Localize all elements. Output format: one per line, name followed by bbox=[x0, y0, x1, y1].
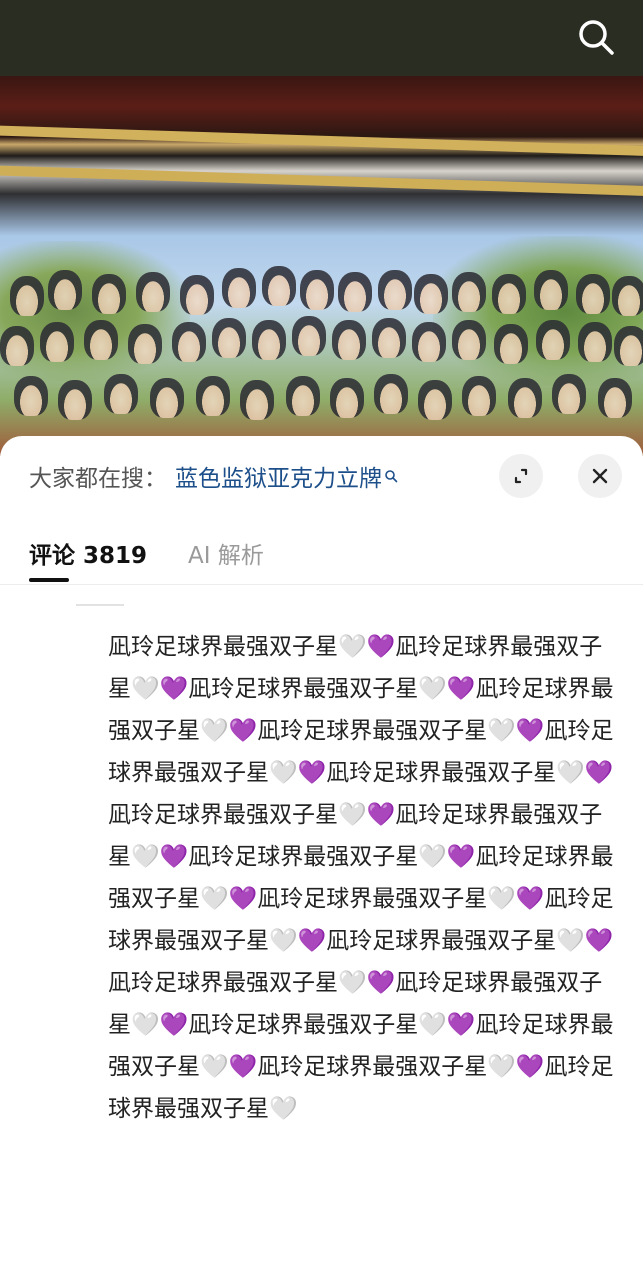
frame-edge bbox=[0, 165, 643, 197]
suggestion-term[interactable]: 蓝色监狱亚克力立牌 bbox=[175, 459, 382, 493]
character-crowd bbox=[0, 266, 643, 456]
comments-sheet: 大家都在搜： 蓝色监狱亚克力立牌 评论 3819 AI 解析 凪玲足球界最强双子… bbox=[0, 436, 643, 1280]
search-button[interactable] bbox=[573, 14, 619, 60]
post-photo[interactable] bbox=[0, 76, 643, 456]
tab-ai-analysis[interactable]: AI 解析 bbox=[188, 536, 264, 570]
close-button[interactable] bbox=[578, 454, 622, 498]
close-icon bbox=[592, 468, 608, 484]
expand-button[interactable] bbox=[499, 454, 543, 498]
active-tab-indicator bbox=[29, 578, 69, 582]
expand-arrows-icon bbox=[514, 468, 528, 484]
comment-text: 凪玲足球界最强双子星🤍💜凪玲足球界最强双子星🤍💜凪玲足球界最强双子星🤍💜凪玲足球… bbox=[108, 634, 614, 1122]
search-icon bbox=[579, 20, 614, 55]
sheet-tabs: 评论 3819 AI 解析 bbox=[0, 516, 643, 584]
search-small-icon bbox=[384, 469, 398, 483]
tab-comments[interactable]: 评论 3819 bbox=[29, 536, 147, 570]
divider bbox=[0, 584, 643, 585]
top-bar bbox=[0, 0, 643, 76]
avatar-placeholder bbox=[76, 604, 124, 606]
frame-edge bbox=[0, 125, 643, 157]
search-suggestion[interactable]: 大家都在搜： 蓝色监狱亚克力立牌 bbox=[29, 458, 398, 494]
suggestion-label: 大家都在搜： bbox=[29, 466, 167, 492]
